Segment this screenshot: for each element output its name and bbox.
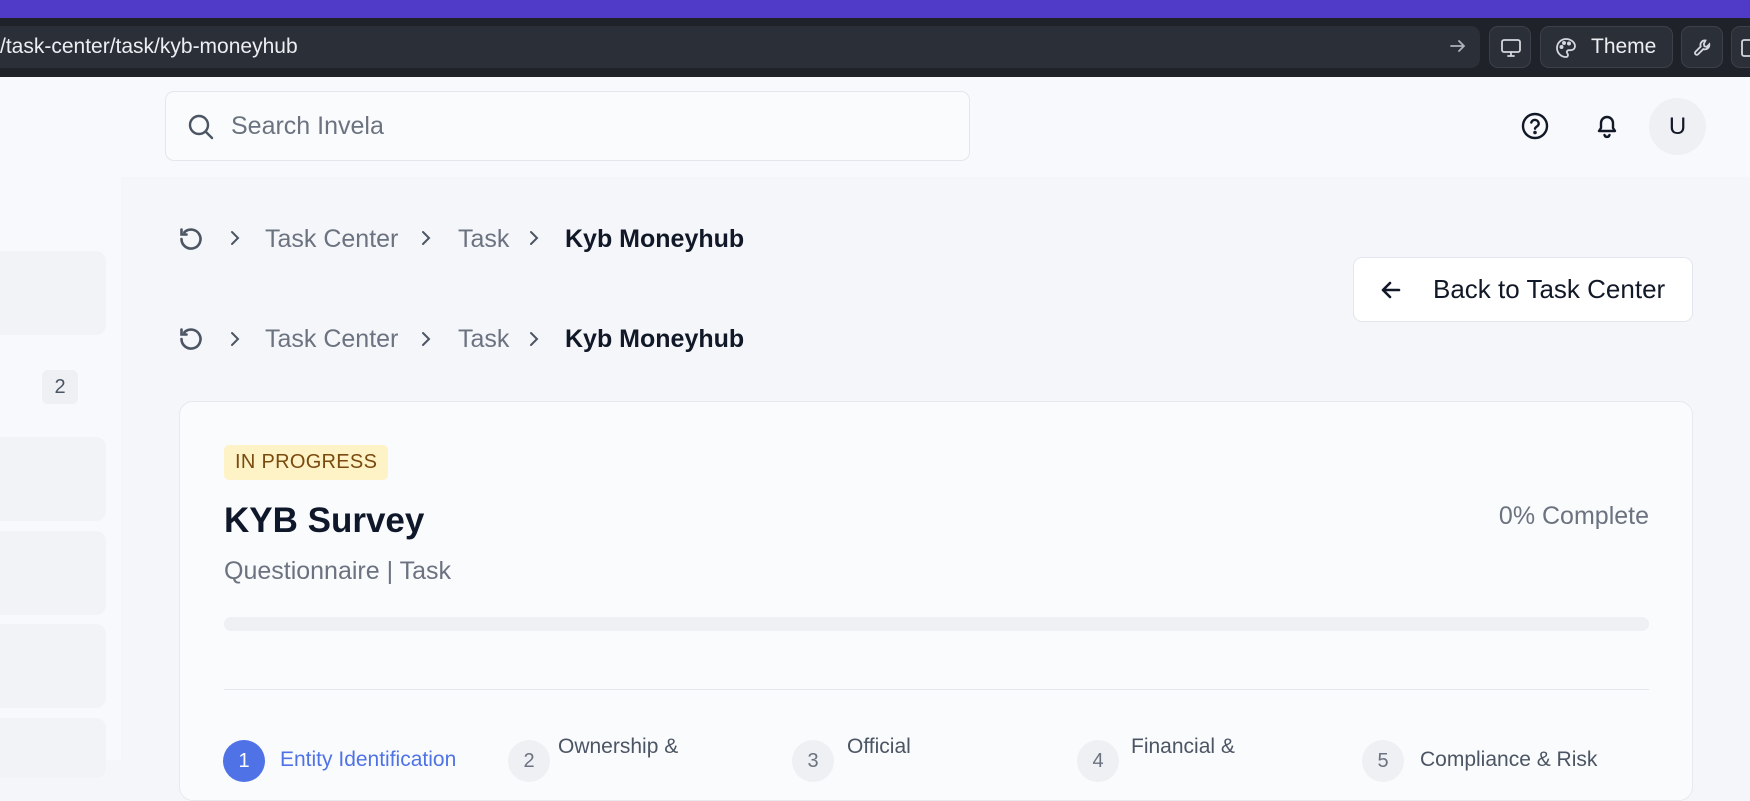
chevron-right-icon (227, 228, 243, 253)
sidebar-count-badge: 2 (42, 370, 78, 404)
search-icon (187, 113, 215, 146)
wrench-icon (1692, 37, 1714, 64)
page-title: KYB Survey (224, 501, 425, 540)
sidebar-item[interactable] (0, 437, 106, 521)
progress-bar (224, 617, 1649, 631)
breadcrumb-task-center[interactable]: Task Center (265, 323, 398, 355)
step-number[interactable]: 4 (1077, 740, 1119, 782)
task-card (179, 401, 1693, 801)
chevron-right-icon (418, 329, 434, 354)
divider (224, 689, 1649, 690)
step-label[interactable]: Financial & (1131, 733, 1235, 761)
sidebar-item[interactable] (0, 624, 106, 708)
bell-icon[interactable] (1592, 111, 1622, 146)
theme-label: Theme (1591, 35, 1657, 58)
refresh-icon[interactable] (177, 325, 205, 358)
avatar[interactable]: U (1649, 98, 1706, 155)
step-number[interactable]: 3 (792, 740, 834, 782)
sidebar-item[interactable] (0, 251, 106, 335)
step-label[interactable]: Ownership & (558, 733, 678, 761)
browser-accent-bar (0, 0, 1750, 18)
status-badge: IN PROGRESS (224, 445, 389, 480)
sidebar-item[interactable] (0, 718, 106, 778)
theme-button[interactable]: Theme (1540, 26, 1673, 68)
step-number[interactable]: 1 (223, 740, 265, 782)
chevron-right-icon (526, 228, 542, 253)
window-button[interactable] (1731, 26, 1750, 68)
breadcrumb-task[interactable]: Task (458, 323, 509, 355)
monitor-icon (1500, 37, 1522, 64)
step-label[interactable]: Official (847, 733, 911, 761)
back-button-label: Back to Task Center (1433, 274, 1666, 304)
arrow-left-icon (1378, 277, 1404, 308)
tools-button[interactable] (1681, 26, 1723, 68)
breadcrumb-current: Kyb Moneyhub (565, 325, 745, 353)
chevron-right-icon (227, 329, 243, 354)
chevron-right-icon (418, 228, 434, 253)
breadcrumb-current: Kyb Moneyhub (565, 225, 745, 253)
search-input[interactable]: Search Invela (231, 110, 384, 142)
sidebar-item[interactable] (0, 531, 106, 615)
chevron-right-icon (526, 329, 542, 354)
go-arrow-icon[interactable] (1448, 36, 1468, 62)
breadcrumb-task-center[interactable]: Task Center (265, 223, 398, 255)
step-label[interactable]: Entity Identification (280, 746, 456, 774)
window-icon (1740, 38, 1750, 63)
step-number[interactable]: 2 (508, 740, 550, 782)
device-preview-button[interactable] (1489, 26, 1531, 68)
task-subtitle: Questionnaire | Task (224, 557, 451, 585)
address-bar-url: /task-center/task/kyb-moneyhub (0, 35, 298, 58)
refresh-icon[interactable] (177, 225, 205, 258)
palette-icon (1555, 37, 1577, 64)
progress-label: 0% Complete (1498, 502, 1649, 530)
step-label[interactable]: Compliance & Risk (1420, 746, 1597, 774)
help-icon[interactable] (1520, 111, 1550, 146)
breadcrumb-task[interactable]: Task (458, 223, 509, 255)
sidebar: 2 (0, 177, 121, 778)
step-number[interactable]: 5 (1362, 740, 1404, 782)
